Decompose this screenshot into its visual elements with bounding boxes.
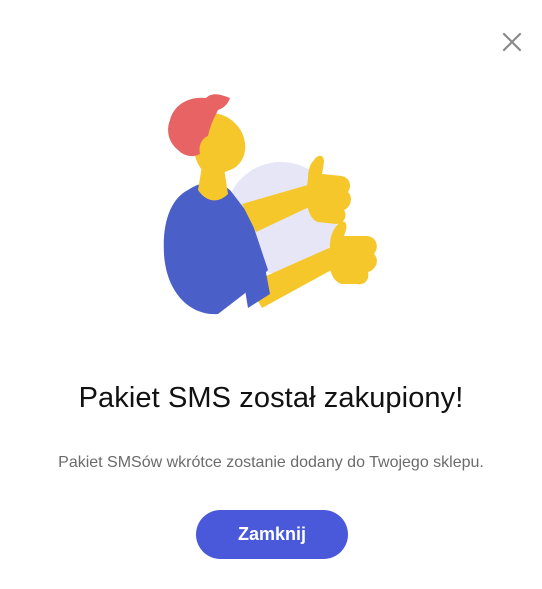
hand-bottom	[328, 221, 377, 285]
person-thumbs-up-illustration	[163, 94, 377, 315]
hand-top	[306, 155, 351, 224]
sms-purchase-dialog: Pakiet SMS został zakupiony! Pakiet SMSó…	[0, 0, 542, 589]
dialog-message: Pakiet SMSów wkrótce zostanie dodany do …	[58, 454, 484, 471]
close-icon	[502, 32, 522, 52]
dialog-title: Pakiet SMS został zakupiony!	[78, 382, 464, 414]
close-dialog-button[interactable]	[497, 27, 527, 57]
close-button[interactable]: Zamknij	[196, 510, 348, 559]
